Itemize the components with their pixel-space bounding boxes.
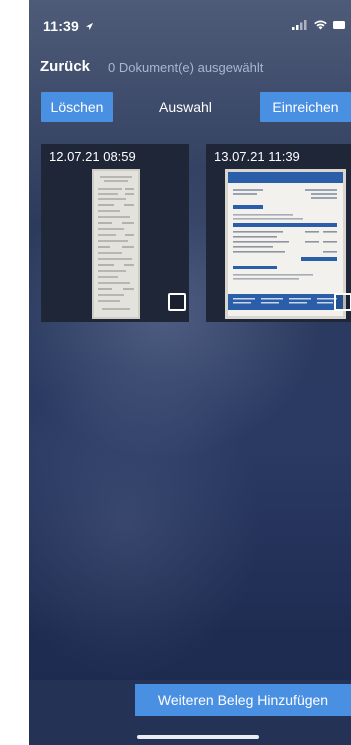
submit-button[interactable]: Einreichen bbox=[260, 92, 351, 122]
wifi-icon bbox=[314, 20, 327, 30]
status-time: 11:39 bbox=[43, 18, 94, 34]
battery-icon bbox=[333, 20, 345, 29]
receipt-thumbnail bbox=[92, 169, 140, 319]
selection-mode-label[interactable]: Auswahl bbox=[159, 99, 212, 115]
select-checkbox[interactable] bbox=[334, 293, 351, 311]
back-button[interactable]: Zurück bbox=[40, 58, 90, 75]
select-checkbox[interactable] bbox=[168, 293, 186, 311]
status-bar: 11:39 bbox=[29, 0, 351, 50]
delete-button[interactable]: Löschen bbox=[41, 92, 113, 122]
location-arrow-icon bbox=[86, 22, 94, 31]
status-icons bbox=[292, 19, 345, 30]
invoice-thumbnail bbox=[225, 169, 346, 319]
action-toolbar: Löschen Auswahl Einreichen bbox=[29, 92, 351, 122]
app-screen: 11:39 Zurück 0 Dokument(e) ausgewählt Lö… bbox=[29, 0, 351, 745]
document-date: 13.07.21 11:39 bbox=[214, 149, 300, 164]
document-date: 12.07.21 08:59 bbox=[49, 149, 136, 164]
document-tile[interactable]: 12.07.21 08:59 bbox=[41, 144, 189, 322]
add-receipt-button[interactable]: Weiteren Beleg Hinzufügen bbox=[135, 684, 351, 716]
selected-count-label: 0 Dokument(e) ausgewählt bbox=[108, 60, 264, 75]
document-tile[interactable]: 13.07.21 11:39 bbox=[206, 144, 351, 322]
selection-header: Zurück 0 Dokument(e) ausgewählt bbox=[29, 56, 351, 84]
home-indicator bbox=[137, 735, 259, 739]
signal-icon bbox=[292, 19, 307, 30]
